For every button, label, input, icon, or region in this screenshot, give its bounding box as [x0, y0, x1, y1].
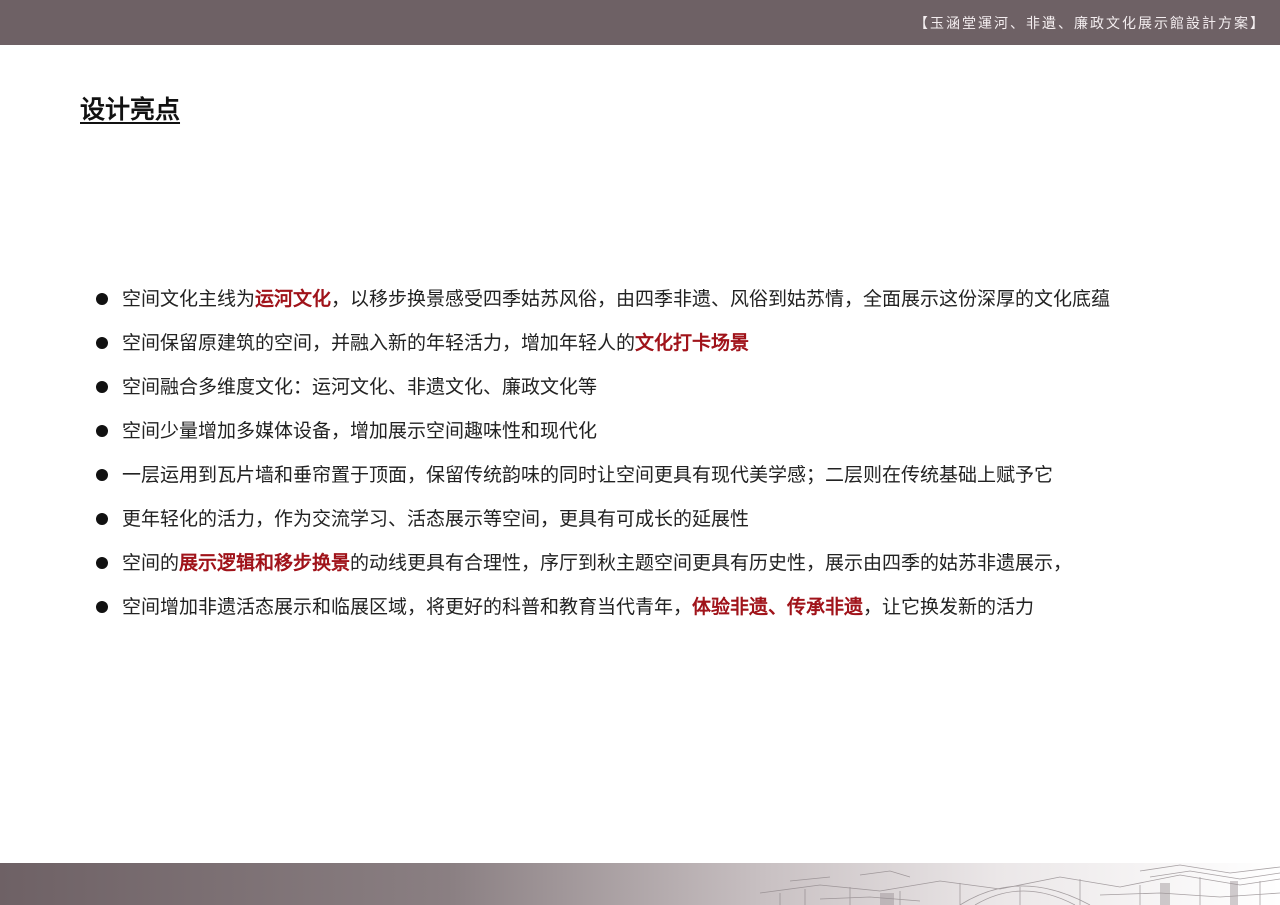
- item-text: 一层运用到瓦片墙和垂帘置于顶面，保留传统韵味的同时让空间更具有现代美学感；二层则…: [122, 464, 1054, 486]
- item-text: ，让它换发新的活力: [863, 596, 1035, 618]
- architecture-sketch-icon: [760, 864, 1280, 905]
- item-highlight: 体验非遗、传承非遗: [692, 596, 864, 618]
- bullet-icon: [96, 293, 108, 305]
- item-text: 空间增加非遗活态展示和临展区域，将更好的科普和教育当代青年，: [122, 596, 693, 618]
- list-item: 更年轻化的活力，作为交流学习、活态展示等空间，更具有可成长的延展性: [94, 501, 1254, 545]
- bullet-icon: [96, 557, 108, 569]
- item-text: 的动线更具有合理性，序厅到秋主题空间更具有历史性，展示由四季的姑苏非遗展示，: [350, 552, 1073, 574]
- bullet-icon: [96, 381, 108, 393]
- item-text: 空间少量增加多媒体设备，增加展示空间趣味性和现代化: [122, 420, 598, 442]
- footer-bar: [0, 863, 1280, 905]
- highlights-list: 空间文化主线为运河文化，以移步换景感受四季姑苏风俗，由四季非遗、风俗到姑苏情，全…: [94, 281, 1254, 633]
- bullet-icon: [96, 469, 108, 481]
- list-item: 空间增加非遗活态展示和临展区域，将更好的科普和教育当代青年，体验非遗、传承非遗，…: [94, 589, 1254, 633]
- item-text: 空间保留原建筑的空间，并融入新的年轻活力，增加年轻人的: [122, 332, 636, 354]
- item-text: 空间文化主线为: [122, 288, 256, 310]
- list-item: 空间的展示逻辑和移步换景的动线更具有合理性，序厅到秋主题空间更具有历史性，展示由…: [94, 545, 1254, 589]
- item-highlight: 文化打卡场景: [635, 332, 750, 354]
- header-bar: 【玉涵堂運河、非遺、廉政文化展示館設計方案】: [0, 0, 1280, 45]
- item-highlight: 展示逻辑和移步换景: [179, 552, 351, 574]
- item-text: 更年轻化的活力，作为交流学习、活态展示等空间，更具有可成长的延展性: [122, 508, 750, 530]
- list-item: 空间融合多维度文化：运河文化、非遗文化、廉政文化等: [94, 369, 1254, 413]
- page-title: 设计亮点: [80, 95, 181, 124]
- item-text: ，以移步换景感受四季姑苏风俗，由四季非遗、风俗到姑苏情，全面展示这份深厚的文化底…: [331, 288, 1111, 310]
- bullet-icon: [96, 425, 108, 437]
- item-text: 空间融合多维度文化：运河文化、非遗文化、廉政文化等: [122, 376, 598, 398]
- bullet-icon: [96, 337, 108, 349]
- bullet-icon: [96, 513, 108, 525]
- bullet-icon: [96, 601, 108, 613]
- list-item: 空间少量增加多媒体设备，增加展示空间趣味性和现代化: [94, 413, 1254, 457]
- item-highlight: 运河文化: [255, 288, 332, 310]
- list-item: 空间保留原建筑的空间，并融入新的年轻活力，增加年轻人的文化打卡场景: [94, 325, 1254, 369]
- list-item: 空间文化主线为运河文化，以移步换景感受四季姑苏风俗，由四季非遗、风俗到姑苏情，全…: [94, 281, 1254, 325]
- item-text: 空间的: [122, 552, 180, 574]
- list-item: 一层运用到瓦片墙和垂帘置于顶面，保留传统韵味的同时让空间更具有现代美学感；二层则…: [94, 457, 1254, 501]
- document-title: 【玉涵堂運河、非遺、廉政文化展示館設計方案】: [914, 16, 1266, 32]
